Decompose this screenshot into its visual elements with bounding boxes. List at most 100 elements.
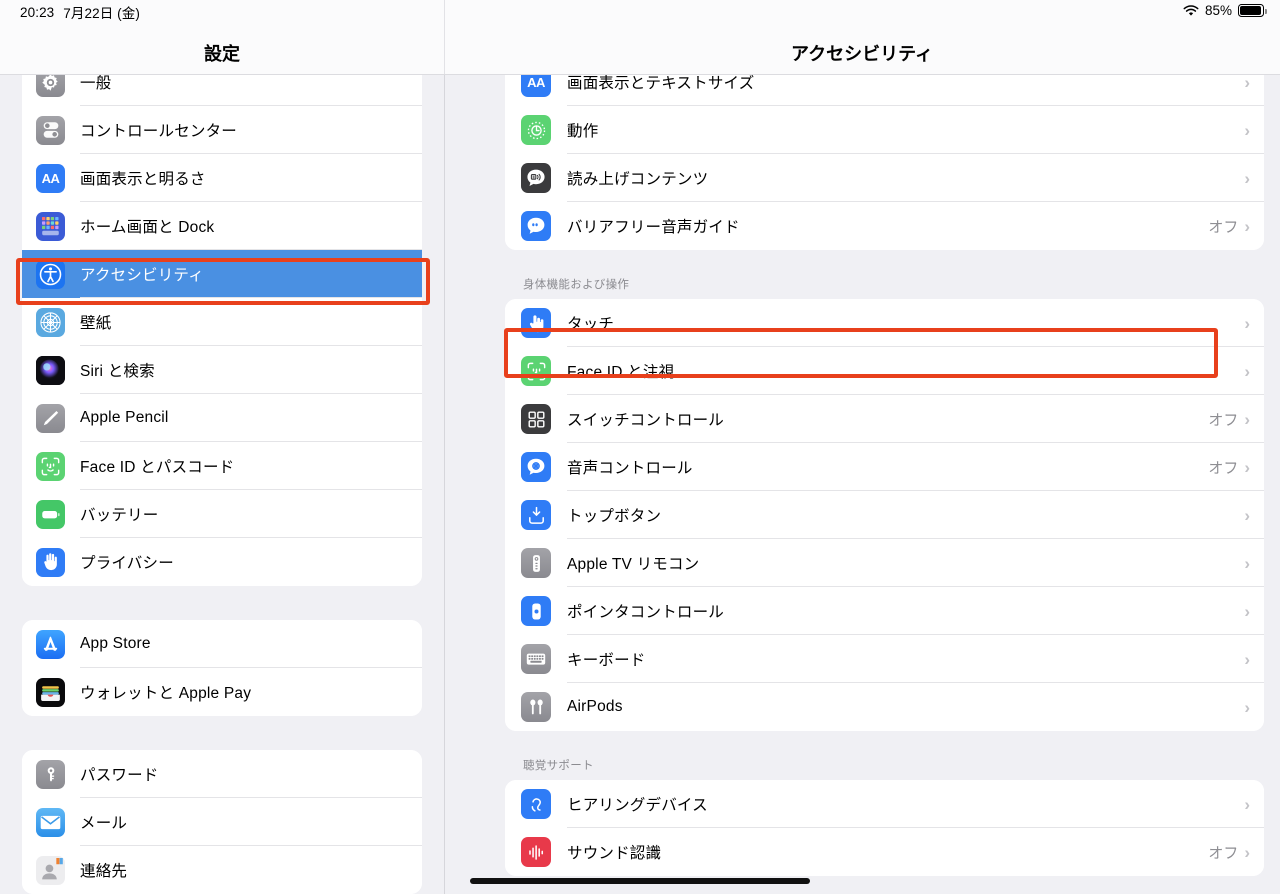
chevron-right-icon: › <box>1244 697 1250 717</box>
spoken-content-icon <box>521 163 551 193</box>
detail-row-audio-descriptions[interactable]: バリアフリー音声ガイド オフ › <box>505 202 1264 250</box>
sidebar-item-passwords-key[interactable]: パスワード <box>22 750 422 798</box>
chevron-right-icon: › <box>1244 120 1250 140</box>
status-bar: 20:23 7月22日 (金) 85% <box>0 0 1280 24</box>
sidebar-item-wallet[interactable]: ウォレットと Apple Pay <box>22 668 422 716</box>
detail-row-label: スイッチコントロール <box>567 412 725 429</box>
sidebar-item-label: Face ID とパスコード <box>80 459 235 476</box>
face-id-attention-icon <box>521 356 551 386</box>
detail-row-hearing-devices[interactable]: ヒアリングデバイス › <box>505 780 1264 828</box>
detail-row-label: トップボタン <box>567 508 662 525</box>
detail-row-face-id-attention[interactable]: Face ID と注視 › <box>505 347 1264 395</box>
audio-descriptions-icon <box>521 211 551 241</box>
detail-row-top-button[interactable]: トップボタン › <box>505 491 1264 539</box>
home-indicator <box>470 878 810 884</box>
sidebar-item-label: ウォレットと Apple Pay <box>80 685 252 702</box>
detail-row-pointer-control[interactable]: ポインタコントロール › <box>505 587 1264 635</box>
airpods-icon <box>521 692 551 722</box>
detail-row-keyboard[interactable]: キーボード › <box>505 635 1264 683</box>
chevron-right-icon: › <box>1244 361 1250 381</box>
detail-row-value: オフ <box>1208 218 1239 236</box>
sidebar-item-label: Apple Pencil <box>80 409 169 426</box>
sidebar-item-face-id[interactable]: Face ID とパスコード <box>22 442 422 490</box>
apple-pencil-icon <box>36 403 65 433</box>
detail-row-label: 読み上げコンテンツ <box>567 171 709 188</box>
apple-tv-remote-icon <box>521 548 551 578</box>
settings-sidebar[interactable]: 一般 コントロールセンター AA 画面表示と明るさ ホーム画面と Dock アク… <box>0 75 444 894</box>
section-header: 身体機能および操作 <box>523 279 630 291</box>
detail-row-airpods[interactable]: AirPods › <box>505 683 1264 731</box>
touch-icon <box>521 308 551 338</box>
chevron-right-icon: › <box>1244 601 1250 621</box>
display-brightness-icon: AA <box>36 163 65 193</box>
sidebar-item-wallpaper[interactable]: 壁紙 <box>22 298 422 346</box>
ipad-settings-screen: 設定 アクセシビリティ 20:23 7月22日 (金) 85% 一般 コントロー… <box>0 0 1280 894</box>
accessibility-page-title: アクセシビリティ <box>790 44 934 64</box>
chevron-right-icon: › <box>1244 794 1250 814</box>
control-center-icon <box>36 115 65 145</box>
detail-row-apple-tv-remote[interactable]: Apple TV リモコン › <box>505 539 1264 587</box>
sidebar-item-label: プライバシー <box>80 555 174 572</box>
detail-row-label: AirPods <box>567 698 623 715</box>
sidebar-item-apple-pencil[interactable]: Apple Pencil <box>22 394 422 442</box>
sidebar-item-label: パスワード <box>80 767 159 784</box>
sidebar-item-control-center[interactable]: コントロールセンター <box>22 106 422 154</box>
detail-row-sound-recognition[interactable]: サウンド認識 オフ › <box>505 828 1264 876</box>
pointer-control-icon <box>521 596 551 626</box>
sidebar-item-gear[interactable]: 一般 <box>22 75 422 106</box>
sidebar-item-mail[interactable]: メール <box>22 798 422 846</box>
status-time: 20:23 <box>20 4 55 20</box>
sidebar-item-battery[interactable]: バッテリー <box>22 490 422 538</box>
status-bar-right: 85% <box>1183 3 1267 18</box>
sidebar-item-siri[interactable]: Siri と検索 <box>22 346 422 394</box>
detail-group: ヒアリングデバイス › サウンド認識 オフ › <box>505 780 1264 876</box>
siri-icon <box>36 355 65 385</box>
detail-row-switch-control[interactable]: スイッチコントロール オフ › <box>505 395 1264 443</box>
sidebar-item-accessibility[interactable]: アクセシビリティ <box>22 250 422 298</box>
sidebar-item-label: コントロールセンター <box>80 123 238 140</box>
chevron-right-icon: › <box>1244 75 1250 92</box>
detail-row-label: 音声コントロール <box>567 460 693 477</box>
sidebar-group: 一般 コントロールセンター AA 画面表示と明るさ ホーム画面と Dock アク… <box>22 75 422 586</box>
sidebar-item-label: 連絡先 <box>80 863 128 880</box>
sidebar-group: App Store ウォレットと Apple Pay <box>22 620 422 716</box>
detail-row-motion[interactable]: 動作 › <box>505 106 1264 154</box>
sidebar-item-label: 画面表示と明るさ <box>80 171 206 188</box>
app-store-icon <box>36 629 65 659</box>
detail-row-label: 動作 <box>567 123 599 140</box>
detail-group: AA 画面表示とテキストサイズ › 動作 › 読み上げコンテンツ › バリアフリ… <box>505 75 1264 250</box>
sidebar-item-home-screen-dock[interactable]: ホーム画面と Dock <box>22 202 422 250</box>
sidebar-item-display-brightness[interactable]: AA 画面表示と明るさ <box>22 154 422 202</box>
detail-row-label: 画面表示とテキストサイズ <box>567 75 755 92</box>
section-header: 聴覚サポート <box>523 760 594 772</box>
chevron-right-icon: › <box>1244 313 1250 333</box>
accessibility-detail-panel[interactable]: AA 画面表示とテキストサイズ › 動作 › 読み上げコンテンツ › バリアフリ… <box>445 75 1280 894</box>
sidebar-item-privacy-hand[interactable]: プライバシー <box>22 538 422 586</box>
sidebar-item-app-store[interactable]: App Store <box>22 620 422 668</box>
passwords-key-icon <box>36 759 65 789</box>
panel-divider <box>444 75 445 894</box>
contacts-icon <box>36 855 65 885</box>
wallpaper-icon <box>36 307 65 337</box>
chevron-right-icon: › <box>1244 168 1250 188</box>
sidebar-item-contacts[interactable]: 連絡先 <box>22 846 422 894</box>
battery-icon <box>1238 4 1267 17</box>
detail-row-text-size[interactable]: AA 画面表示とテキストサイズ › <box>505 75 1264 106</box>
sidebar-item-label: メール <box>80 815 128 832</box>
detail-row-touch[interactable]: タッチ › <box>505 299 1264 347</box>
privacy-hand-icon <box>36 547 65 577</box>
gear-icon <box>36 75 65 97</box>
sidebar-item-label: アクセシビリティ <box>80 267 204 284</box>
sidebar-item-label: App Store <box>80 635 151 652</box>
detail-row-value: オフ <box>1208 411 1239 429</box>
chevron-right-icon: › <box>1244 409 1250 429</box>
battery-percent-label: 85% <box>1204 3 1232 18</box>
detail-row-voice-control[interactable]: 音声コントロール オフ › <box>505 443 1264 491</box>
chevron-right-icon: › <box>1244 216 1250 236</box>
text-size-icon: AA <box>521 75 551 97</box>
chevron-right-icon: › <box>1244 505 1250 525</box>
detail-row-spoken-content[interactable]: 読み上げコンテンツ › <box>505 154 1264 202</box>
home-screen-dock-icon <box>36 211 65 241</box>
detail-row-label: Apple TV リモコン <box>567 556 700 573</box>
wallet-icon <box>36 677 65 707</box>
